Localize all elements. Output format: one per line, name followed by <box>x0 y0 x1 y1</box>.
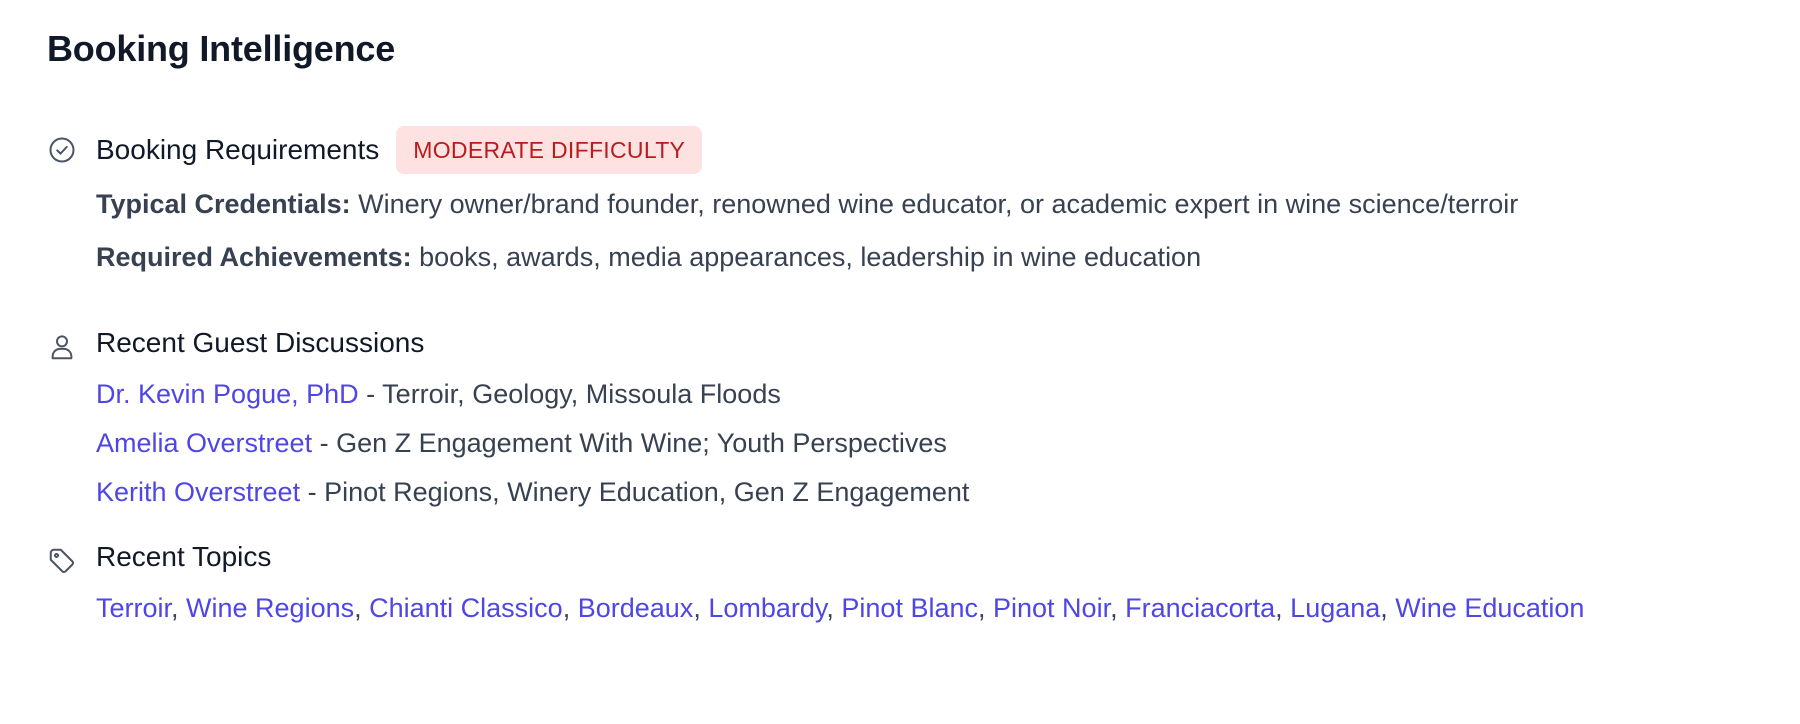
guest-link[interactable]: Dr. Kevin Pogue, PhD <box>96 379 359 409</box>
guest-link[interactable]: Amelia Overstreet <box>96 428 312 458</box>
required-achievements-row: Required Achievements: books, awards, me… <box>96 240 1753 274</box>
topic-link[interactable]: Wine Regions <box>186 593 354 623</box>
check-circle-icon <box>47 135 77 165</box>
guest-separator: - <box>300 477 325 507</box>
section-title: Recent Guest Discussions <box>96 327 425 358</box>
topic-link[interactable]: Chianti Classico <box>369 593 563 623</box>
booking-requirements-header: Booking Requirements MODERATE DIFFICULTY <box>96 126 1753 174</box>
page-title: Booking Intelligence <box>47 28 396 69</box>
credentials-value: Winery owner/brand founder, renowned win… <box>358 189 1519 219</box>
topic-link[interactable]: Bordeaux <box>578 593 694 623</box>
section-title: Recent Topics <box>96 541 272 572</box>
topic-separator: , <box>1275 593 1291 623</box>
recent-topics-section: Recent Topics Terroir, Wine Regions, Chi… <box>47 537 1753 625</box>
guest-topics: Pinot Regions, Winery Education, Gen Z E… <box>324 477 970 507</box>
achievements-value: books, awards, media appearances, leader… <box>419 242 1202 272</box>
topic-link[interactable]: Wine Education <box>1395 593 1584 623</box>
topic-separator: , <box>693 593 709 623</box>
typical-credentials-row: Typical Credentials: Winery owner/brand … <box>96 187 1753 221</box>
guest-item: Dr. Kevin Pogue, PhD - Terroir, Geology,… <box>96 377 1753 411</box>
guest-topics: Terroir, Geology, Missoula Floods <box>382 379 781 409</box>
topic-separator: , <box>978 593 994 623</box>
difficulty-badge: MODERATE DIFFICULTY <box>396 126 703 174</box>
guest-item: Kerith Overstreet - Pinot Regions, Winer… <box>96 475 1753 509</box>
guest-link[interactable]: Kerith Overstreet <box>96 477 300 507</box>
booking-intelligence-panel: Booking Intelligence Booking Requirement… <box>0 0 1800 625</box>
booking-requirements-section: Booking Requirements MODERATE DIFFICULTY… <box>47 126 1753 274</box>
topics-list: Terroir, Wine Regions, Chianti Classico,… <box>96 591 1753 625</box>
topic-link[interactable]: Lombardy <box>708 593 826 623</box>
recent-topics-header: Recent Topics <box>96 537 1753 577</box>
tag-icon <box>47 546 77 576</box>
topic-link[interactable]: Terroir <box>96 593 171 623</box>
guest-item: Amelia Overstreet - Gen Z Engagement Wit… <box>96 426 1753 460</box>
topic-separator: , <box>1110 593 1126 623</box>
topic-link[interactable]: Franciacorta <box>1125 593 1275 623</box>
guest-separator: - <box>312 428 337 458</box>
topic-link[interactable]: Pinot Noir <box>993 593 1110 623</box>
topic-separator: , <box>826 593 842 623</box>
topic-link[interactable]: Pinot Blanc <box>841 593 978 623</box>
guest-topics: Gen Z Engagement With Wine; Youth Perspe… <box>336 428 947 458</box>
topic-link[interactable]: Lugana <box>1290 593 1380 623</box>
user-icon <box>47 332 77 362</box>
achievements-label: Required Achievements: <box>96 242 412 272</box>
topic-separator: , <box>171 593 187 623</box>
section-title: Booking Requirements <box>96 134 380 165</box>
guest-separator: - <box>358 379 383 409</box>
credentials-label: Typical Credentials: <box>96 189 351 219</box>
topic-separator: , <box>562 593 578 623</box>
topic-separator: , <box>1380 593 1396 623</box>
guest-list: Dr. Kevin Pogue, PhD - Terroir, Geology,… <box>96 377 1753 509</box>
topic-separator: , <box>354 593 370 623</box>
recent-guests-section: Recent Guest Discussions Dr. Kevin Pogue… <box>47 323 1753 509</box>
recent-guests-header: Recent Guest Discussions <box>96 323 1753 363</box>
